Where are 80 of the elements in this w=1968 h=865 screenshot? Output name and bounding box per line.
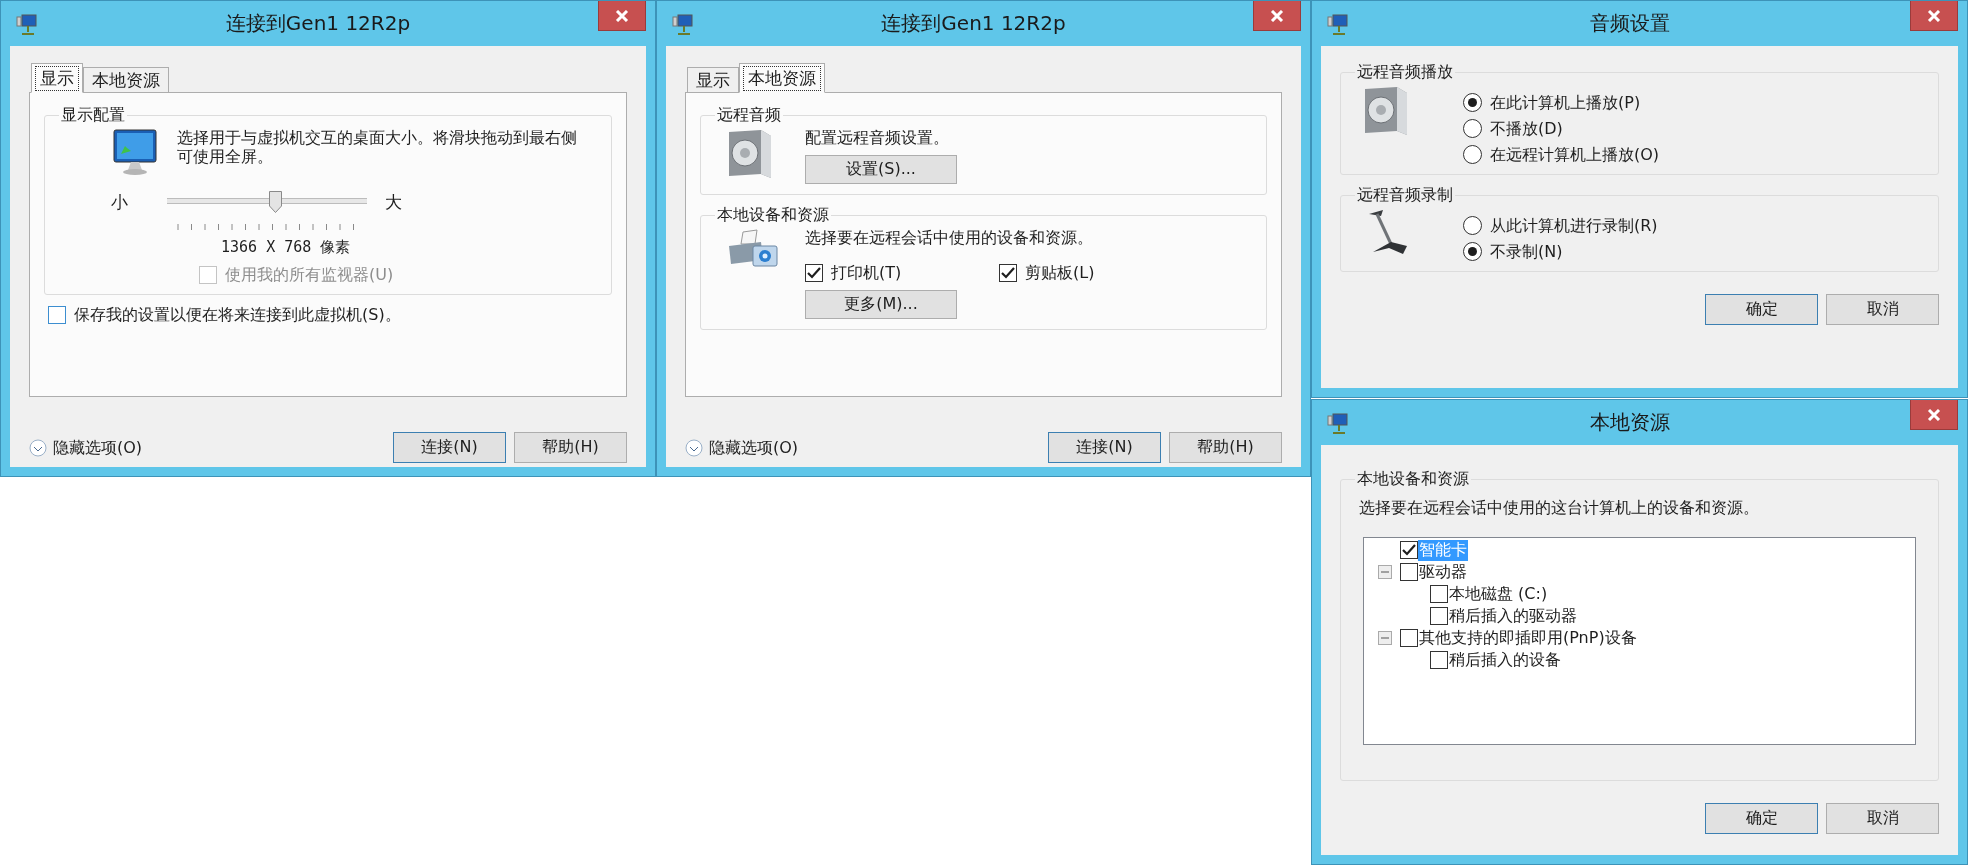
checkbox-label: 使用我的所有监视器(U) <box>225 265 394 284</box>
checkbox[interactable] <box>805 263 823 282</box>
close-button[interactable] <box>598 1 646 31</box>
description: 选择用于与虚拟机交互的桌面大小。将滑块拖动到最右侧可使用全屏。 <box>177 128 577 166</box>
tab[interactable]: 显示 <box>687 67 739 93</box>
tree-item[interactable]: 本地磁盘 (C:) <box>1448 583 1549 605</box>
checkbox[interactable] <box>1430 607 1448 625</box>
radio-button[interactable] <box>1463 242 1482 261</box>
checkbox[interactable] <box>1400 541 1418 559</box>
close-icon <box>1270 9 1284 22</box>
window-title: 连接到Gen1 12R2p <box>224 10 412 37</box>
expand-icon <box>685 438 703 457</box>
tree-item[interactable]: 稍后插入的设备 <box>1448 649 1562 671</box>
close-icon <box>615 9 629 22</box>
window-title: 本地资源 <box>1588 409 1671 436</box>
tab[interactable]: 显示 <box>31 63 83 93</box>
settings-button[interactable]: 设置(S)... <box>805 155 957 184</box>
app-icon <box>1327 412 1349 436</box>
description: 选择要在远程会话中使用的这台计算机上的设备和资源。 <box>1358 498 1760 517</box>
checkbox[interactable] <box>1430 585 1448 603</box>
dialog-button[interactable]: 帮助(H) <box>514 432 627 463</box>
description: 选择要在远程会话中使用的设备和资源。 <box>805 228 1094 247</box>
app-icon <box>16 13 38 37</box>
checkbox[interactable] <box>1400 629 1418 647</box>
close-button[interactable] <box>1910 400 1958 430</box>
radio-label: 在远程计算机上播放(O) <box>1490 145 1660 164</box>
close-icon <box>1927 9 1941 22</box>
checkbox-label: 剪贴板(L) <box>1025 263 1095 282</box>
close-button[interactable] <box>1910 1 1958 31</box>
speaker-icon <box>727 128 773 180</box>
slider-min-label: 小 <box>111 190 129 214</box>
more-button[interactable]: 更多(M)... <box>805 290 957 319</box>
checkbox[interactable] <box>1400 563 1418 581</box>
speaker-icon <box>1363 85 1409 137</box>
radio-label: 不播放(D) <box>1490 119 1563 138</box>
group-title: 本地设备和资源 <box>716 205 830 226</box>
dialog-button[interactable]: 取消 <box>1826 803 1939 834</box>
checkbox[interactable] <box>999 263 1017 282</box>
radio-label: 在此计算机上播放(P) <box>1490 93 1641 112</box>
checkbox[interactable] <box>1430 651 1448 669</box>
group-title: 远程音频播放 <box>1356 62 1454 83</box>
monitor-icon <box>111 128 159 176</box>
tree-item[interactable]: 其他支持的即插即用(PnP)设备 <box>1418 627 1638 649</box>
group-title: 远程音频 <box>716 105 782 126</box>
slider-thumb[interactable] <box>269 191 282 213</box>
tab[interactable]: 本地资源 <box>83 67 169 93</box>
description: 配置远程音频设置。 <box>805 128 950 147</box>
group-title: 远程音频录制 <box>1356 185 1454 206</box>
app-icon <box>1327 13 1349 37</box>
dialog-button[interactable]: 确定 <box>1705 294 1818 325</box>
radio-button[interactable] <box>1463 93 1482 112</box>
tab[interactable]: 本地资源 <box>739 63 825 93</box>
device-tree[interactable]: 智能卡 驱动器 本地磁盘 (C:) 稍后插入的驱动器 其他支持的即插即用(PnP)设备 稍后插入的设备 <box>1363 537 1916 745</box>
expand-icon <box>29 438 47 457</box>
options-link[interactable]: 隐藏选项(O) <box>53 438 143 457</box>
radio-label: 从此计算机进行录制(R) <box>1490 216 1658 235</box>
resolution-text: 1366 X 768 像素 <box>221 238 351 257</box>
radio-button[interactable] <box>1463 145 1482 164</box>
tree-item[interactable]: 稍后插入的驱动器 <box>1448 605 1578 627</box>
checkbox-label: 保存我的设置以便在将来连接到此虚拟机(S)。 <box>74 305 401 324</box>
dialog-button[interactable]: 连接(N) <box>393 432 506 463</box>
group-title: 显示配置 <box>60 105 126 126</box>
dialog-button[interactable]: 帮助(H) <box>1169 432 1282 463</box>
dialog-button[interactable]: 连接(N) <box>1048 432 1161 463</box>
radio-label: 不录制(N) <box>1490 242 1563 261</box>
checkbox-label: 打印机(T) <box>831 263 902 282</box>
tree-item[interactable]: 驱动器 <box>1418 561 1468 583</box>
window-title: 音频设置 <box>1588 10 1671 37</box>
dialog-button[interactable]: 确定 <box>1705 803 1818 834</box>
checkbox[interactable] <box>48 305 66 324</box>
dialog-button[interactable]: 取消 <box>1826 294 1939 325</box>
window-title: 连接到Gen1 12R2p <box>880 10 1067 37</box>
close-button[interactable] <box>1253 1 1301 31</box>
slider-max-label: 大 <box>385 190 403 214</box>
group-title: 本地设备和资源 <box>1356 469 1470 490</box>
close-icon <box>1927 408 1941 421</box>
app-icon <box>672 13 694 37</box>
options-link[interactable]: 隐藏选项(O) <box>709 438 799 457</box>
radio-button[interactable] <box>1463 216 1482 235</box>
radio-button[interactable] <box>1463 119 1482 138</box>
